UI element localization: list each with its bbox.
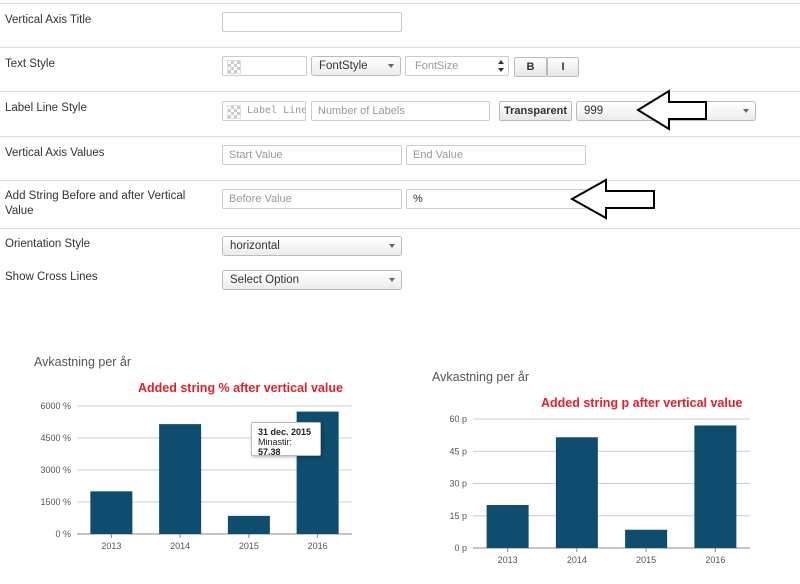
orientation-value: horizontal xyxy=(230,240,280,252)
x-tick-label: 2013 xyxy=(101,541,121,551)
left-arrow-icon xyxy=(636,89,707,131)
after-value-text: % xyxy=(413,193,423,205)
transparent-swatch-icon xyxy=(227,60,241,74)
bar-chart-1: 0 % 1500 % 3000 % 4500 % 6000 % 2013 2014 2015 2… xyxy=(40,401,352,551)
bar xyxy=(625,529,668,548)
row-show-cross-lines: Show Cross Lines Select Option xyxy=(0,264,800,296)
x-tick-label: 2015 xyxy=(239,541,259,551)
end-value-placeholder: End Value xyxy=(413,149,463,161)
before-value-placeholder: Before Value xyxy=(229,193,292,205)
transparent-button[interactable]: Transparent xyxy=(499,101,572,121)
x-tick-label: 2014 xyxy=(170,541,190,551)
label-line-color-input[interactable]: Label Line Color xyxy=(222,101,306,121)
end-value-input[interactable]: End Value xyxy=(406,145,586,165)
x-tick-label: 2016 xyxy=(705,555,725,565)
transparent-swatch-icon xyxy=(227,105,241,119)
chart-percent: Avkastning per år Added string % after v… xyxy=(0,340,380,584)
bar xyxy=(555,437,598,548)
row-orientation-style: Orientation Style horizontal xyxy=(0,228,800,265)
font-style-select[interactable]: FontStyle xyxy=(311,56,401,76)
chevron-down-icon xyxy=(743,109,749,113)
y-tick-label: 15 p xyxy=(449,511,467,521)
y-tick-label: 6000 % xyxy=(40,401,71,411)
start-value-placeholder: Start Value xyxy=(229,149,283,161)
text-color-picker[interactable] xyxy=(222,56,307,76)
row-label: Add String Before and after Vertical Val… xyxy=(5,190,186,217)
row-add-string: Add String Before and after Vertical Val… xyxy=(0,180,800,229)
spinner-icon[interactable] xyxy=(497,59,505,73)
x-tick-label: 2015 xyxy=(636,555,656,565)
row-text-style: Text Style FontStyle FontSize B I xyxy=(0,47,800,92)
row-label: Label Line Style xyxy=(5,102,87,114)
chevron-down-icon xyxy=(389,244,395,248)
italic-button[interactable]: I xyxy=(547,57,579,77)
font-style-value: FontStyle xyxy=(319,60,368,72)
tooltip-date: 31 dec. 2015 xyxy=(258,427,312,437)
number-of-labels-placeholder: Number of Labels xyxy=(318,105,405,117)
bar-chart-2: 0 p 15 p 30 p 45 p 60 p 2013 2014 2015 2016 xyxy=(449,414,750,565)
label-line-color-placeholder: Label Line Color xyxy=(247,105,306,116)
font-size-placeholder: FontSize xyxy=(415,60,459,72)
row-label: Show Cross Lines xyxy=(5,271,98,283)
bar xyxy=(227,515,270,534)
bar xyxy=(486,505,529,548)
y-tick-label: 0 % xyxy=(55,529,71,539)
orientation-select[interactable]: horizontal xyxy=(222,236,402,256)
y-tick-label: 4500 % xyxy=(40,433,71,443)
cross-lines-select[interactable]: Select Option xyxy=(222,270,402,290)
y-tick-label: 45 p xyxy=(449,446,467,456)
cross-lines-value: Select Option xyxy=(230,274,300,286)
y-tick-label: 0 p xyxy=(454,543,467,553)
y-tick-label: 3000 % xyxy=(40,465,71,475)
row-label: Orientation Style xyxy=(5,238,91,250)
before-value-input[interactable]: Before Value xyxy=(222,189,402,209)
tooltip: 31 dec. 2015 Minastir: 57.38 xyxy=(251,422,321,457)
chevron-down-icon xyxy=(389,278,395,282)
vertical-axis-title-input[interactable] xyxy=(222,12,402,32)
font-size-input[interactable]: FontSize xyxy=(405,56,509,76)
row-vertical-axis-title: Vertical Axis Title xyxy=(0,3,800,48)
x-tick-label: 2016 xyxy=(308,541,328,551)
x-tick-label: 2014 xyxy=(567,555,587,565)
row-label: Vertical Axis Values xyxy=(5,147,105,159)
tooltip-value: 57.38 xyxy=(258,447,281,457)
row-label: Vertical Axis Title xyxy=(5,14,92,26)
y-tick-label: 60 p xyxy=(449,414,467,424)
bar xyxy=(159,424,202,534)
chart-points: Avkastning per år Added string p after v… xyxy=(400,355,800,584)
start-value-input[interactable]: Start Value xyxy=(222,145,402,165)
bar xyxy=(694,425,737,548)
x-tick-label: 2013 xyxy=(498,555,518,565)
row-vertical-axis-values: Vertical Axis Values Start Value End Val… xyxy=(0,136,800,181)
y-tick-label: 30 p xyxy=(449,479,467,489)
after-value-input[interactable]: % xyxy=(406,189,586,209)
number-of-labels-input[interactable]: Number of Labels xyxy=(311,101,490,121)
tooltip-label: Minastir: xyxy=(258,437,293,447)
bar xyxy=(90,491,133,534)
y-tick-label: 1500 % xyxy=(40,497,71,507)
bold-button[interactable]: B xyxy=(514,57,547,77)
label-line-value: 999 xyxy=(584,105,604,117)
left-arrow-icon xyxy=(570,178,655,220)
row-label: Text Style xyxy=(5,58,55,70)
chevron-down-icon xyxy=(388,64,394,68)
